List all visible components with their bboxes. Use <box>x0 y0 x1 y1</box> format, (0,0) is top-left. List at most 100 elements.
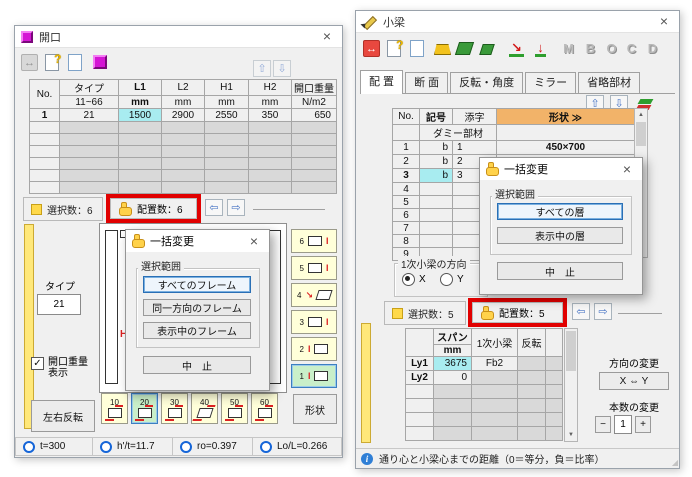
swap-xy-button[interactable]: X ⇔ Y <box>599 372 669 390</box>
cell-primary-beam[interactable]: Fb2 <box>472 357 518 371</box>
opening-type-20-button[interactable]: 20 <box>131 393 158 424</box>
position-6-button[interactable]: 6I <box>291 229 337 253</box>
opening-type-50-button[interactable]: 50 <box>221 393 248 424</box>
help-doc-icon[interactable]: ? <box>43 54 60 71</box>
disabled-tool-d-icon[interactable]: D <box>644 40 661 57</box>
new-doc-icon[interactable] <box>408 40 425 57</box>
type-input[interactable]: 21 <box>37 294 81 315</box>
cell-span[interactable]: 0 <box>434 371 472 385</box>
cell-span-selected[interactable]: 3675 <box>434 357 472 371</box>
place-diagonal-icon[interactable]: ↘ <box>508 39 525 56</box>
cancel-button[interactable]: 中 止 <box>143 356 251 374</box>
scroll-down-icon[interactable]: ▼ <box>565 429 577 441</box>
same-direction-frames-button[interactable]: 同一方向のフレーム <box>143 299 251 316</box>
scroll-thumb[interactable] <box>636 122 646 146</box>
tab-section[interactable]: 断 面 <box>405 72 448 93</box>
visible-frames-button[interactable]: 表示中のフレーム <box>143 322 251 339</box>
opening-type-60-button[interactable]: 60 <box>251 393 278 424</box>
cell-no: 1 <box>30 109 60 122</box>
finger-icon <box>119 202 131 216</box>
tab-omitted-members[interactable]: 省略部材 <box>578 72 640 93</box>
cell-symbol[interactable] <box>420 196 453 209</box>
doc-shape <box>68 54 82 71</box>
cell-symbol[interactable] <box>420 235 453 248</box>
position-5-button[interactable]: 5I <box>291 256 337 280</box>
span-table-scrollbar[interactable]: ▼ <box>564 328 578 442</box>
yellow-beam-shape <box>434 44 451 55</box>
cell-symbol-selected[interactable]: b <box>420 169 453 183</box>
position-4-button[interactable]: 4↘ <box>291 283 337 307</box>
cell-flip[interactable] <box>518 371 546 385</box>
close-icon[interactable]: × <box>316 26 338 46</box>
col-header-shape[interactable]: 形状 ≫ <box>497 109 635 125</box>
opening-type-40-button[interactable]: 40 <box>191 393 218 424</box>
position-2-button[interactable]: 2I <box>291 337 337 361</box>
help-doc-icon[interactable]: ? <box>385 40 402 57</box>
placement-count-label: 配置数：6 <box>137 201 183 216</box>
resize-grip[interactable]: ◢ <box>672 459 678 467</box>
prev-icon[interactable]: ⇦ <box>572 303 590 320</box>
position-3-button[interactable]: 3I <box>291 310 337 334</box>
cell-subscript[interactable]: 1 <box>453 141 497 155</box>
cell-flip[interactable] <box>518 357 546 371</box>
all-layers-button[interactable]: すべての層 <box>497 203 623 220</box>
weight-display-checkbox[interactable]: ✓ 開口重量 表示 <box>31 357 88 379</box>
tab-placement[interactable]: 配 置 <box>360 70 403 94</box>
move-up-icon[interactable]: ⇧ <box>253 60 271 77</box>
cell-symbol[interactable] <box>420 183 453 196</box>
opening-type-30-button[interactable]: 30 <box>161 393 188 424</box>
scroll-up-icon[interactable]: ▲ <box>635 109 647 121</box>
tab-mirror[interactable]: ミラー <box>525 72 576 93</box>
cell-symbol[interactable]: b <box>420 155 453 169</box>
disabled-tool-o-icon[interactable]: O <box>603 40 620 57</box>
green-member-icon[interactable] <box>456 40 473 57</box>
cell-shape[interactable]: 450×700 <box>497 141 635 155</box>
new-doc-icon[interactable] <box>66 54 83 71</box>
position-1-button[interactable]: 1I <box>291 364 337 388</box>
count-plus-button[interactable]: + <box>635 416 651 433</box>
all-frames-button[interactable]: すべてのフレーム <box>143 276 251 293</box>
disabled-tool-c-icon[interactable]: C <box>623 40 640 57</box>
dummy-member-row: ダミー部材 <box>393 125 635 141</box>
place-down-icon[interactable]: ↓ <box>532 39 549 56</box>
close-icon[interactable]: × <box>243 231 265 251</box>
cell-symbol[interactable] <box>420 222 453 235</box>
cell-l1-selected[interactable]: 1500 <box>119 109 162 122</box>
shape-button[interactable]: 形状 <box>293 394 337 424</box>
gray-glyph: B <box>586 41 595 56</box>
close-icon[interactable]: × <box>653 11 675 31</box>
cell-symbol[interactable] <box>420 209 453 222</box>
disabled-tool-b-icon[interactable]: B <box>582 40 599 57</box>
flip-lr-button[interactable]: 左右反転 <box>31 400 95 432</box>
col-unit-span: mm <box>434 345 472 357</box>
scroll-thumb[interactable] <box>566 331 576 371</box>
tab-flip-angle[interactable]: 反転・角度 <box>450 72 523 93</box>
disabled-tool-m-icon[interactable]: M <box>560 40 577 57</box>
cell-weight[interactable]: 650 <box>292 109 337 122</box>
cell-type[interactable]: 21 <box>60 109 119 122</box>
radio-direction-y[interactable]: Y <box>440 273 464 286</box>
opening-cube-icon[interactable] <box>91 53 108 70</box>
cell-primary-beam[interactable] <box>472 371 518 385</box>
gray-glyph: C <box>627 41 636 56</box>
resize-icon[interactable]: ↔ <box>363 40 380 57</box>
beam-section-icon[interactable] <box>434 41 451 58</box>
count-minus-button[interactable]: − <box>595 416 611 433</box>
green-member-small-icon[interactable] <box>478 41 495 58</box>
cell-h2[interactable]: 350 <box>249 109 292 122</box>
resize-icon[interactable]: ↔ <box>21 54 38 71</box>
radio-direction-x[interactable]: X <box>402 273 426 286</box>
visible-layers-button[interactable]: 表示中の層 <box>497 227 623 244</box>
cell-h1[interactable]: 2550 <box>205 109 249 122</box>
cancel-button[interactable]: 中 止 <box>497 262 623 280</box>
prev-icon[interactable]: ⇦ <box>205 199 223 216</box>
close-icon[interactable]: × <box>616 159 638 179</box>
cell-l2[interactable]: 2900 <box>162 109 205 122</box>
move-down-icon[interactable]: ⇩ <box>273 60 291 77</box>
opening-type-10-button[interactable]: 10 <box>101 393 128 424</box>
count-value-field[interactable]: 1 <box>614 415 632 434</box>
next-icon[interactable]: ⇨ <box>227 199 245 216</box>
cell-symbol[interactable]: b <box>420 141 453 155</box>
next-icon[interactable]: ⇨ <box>594 303 612 320</box>
cube-shape <box>93 55 107 69</box>
